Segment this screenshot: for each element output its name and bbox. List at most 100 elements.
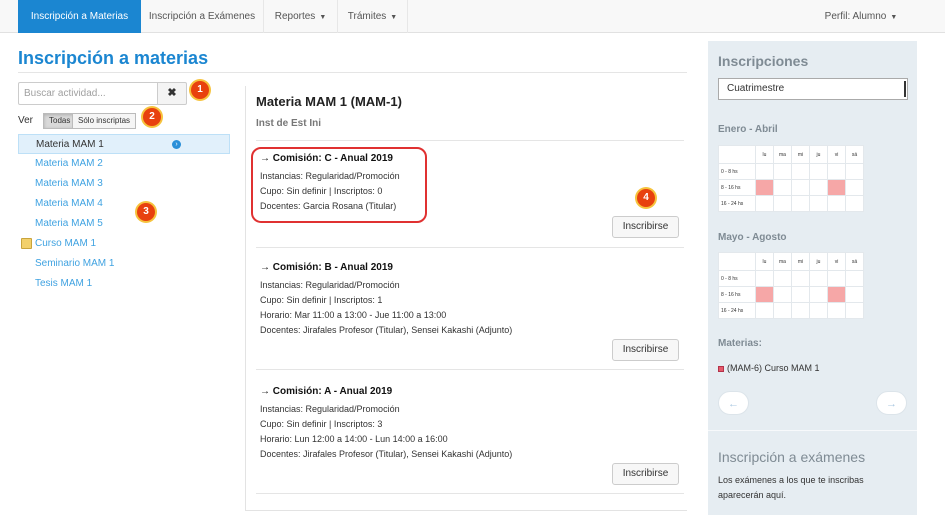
grid-cell xyxy=(809,286,828,303)
search-input[interactable] xyxy=(18,82,158,105)
list-item-materia-mam-5[interactable]: Materia MAM 5 xyxy=(18,214,230,234)
day-header: ma xyxy=(773,252,792,271)
comision-b-instancias: Instancias: Regularidad/Promoción xyxy=(260,280,400,290)
busy-cell xyxy=(755,286,774,303)
busy-cell xyxy=(755,179,774,196)
tab-label: Trámites xyxy=(347,11,387,22)
grid-cell xyxy=(791,302,810,319)
list-item-seminario-mam-1[interactable]: Seminario MAM 1 xyxy=(18,254,230,274)
comision-c-instancias: Instancias: Regularidad/Promoción xyxy=(260,171,400,181)
materias-label: Materias: xyxy=(718,338,762,349)
day-header: ma xyxy=(773,145,792,164)
tab-label: Inscripción a Exámenes xyxy=(148,11,256,22)
comision-c-docentes: Docentes: Garcia Rosana (Titular) xyxy=(260,201,397,211)
day-header: ju xyxy=(809,252,828,271)
arrow-left-icon: ← xyxy=(728,398,739,410)
legend-swatch xyxy=(718,365,724,372)
tab-inscripcion-examenes[interactable]: Inscripción a Exámenes xyxy=(141,0,264,33)
list-item-materia-mam-4[interactable]: Materia MAM 4 xyxy=(18,194,230,214)
next-button[interactable]: → xyxy=(876,391,907,415)
prev-button[interactable]: ← xyxy=(718,391,749,415)
arrow-right-icon: → xyxy=(886,398,897,410)
grid-cell xyxy=(755,195,774,212)
list-item-materia-mam-3[interactable]: Materia MAM 3 xyxy=(18,174,230,194)
comision-b-docentes: Docentes: Jirafales Profesor (Titular), … xyxy=(260,325,513,335)
period-select[interactable]: Cuatrimestre xyxy=(718,78,908,100)
slot-label: 8 - 16 hs xyxy=(718,286,756,303)
step-badge-2: 2 xyxy=(143,108,161,126)
period-select-value: Cuatrimestre xyxy=(727,83,785,94)
caret-down-icon: ▼ xyxy=(890,14,898,21)
day-header: mi xyxy=(791,252,810,271)
list-item-materia-mam-2[interactable]: Materia MAM 2 xyxy=(18,154,230,174)
list-item-label: Materia MAM 3 xyxy=(35,178,103,189)
tab-label: Inscripción a Materias xyxy=(30,11,129,22)
inscribirse-button-comision-b[interactable]: Inscribirse xyxy=(612,339,679,361)
profile-menu[interactable]: Perfil: Alumno ▼ xyxy=(806,0,916,33)
grid-cell xyxy=(827,270,846,287)
grid-cell xyxy=(827,302,846,319)
grid-corner xyxy=(718,145,756,164)
grid-cell xyxy=(809,179,828,196)
list-item-label: Curso MAM 1 xyxy=(35,238,97,249)
day-header: vi xyxy=(827,145,846,164)
filter-label: Ver xyxy=(18,115,34,126)
grid-cell xyxy=(755,302,774,319)
grid-cell xyxy=(791,163,810,180)
busy-cell xyxy=(827,179,846,196)
title-divider xyxy=(18,72,687,73)
legend-item: (MAM-6) Curso MAM 1 xyxy=(718,363,820,373)
pencil-icon xyxy=(21,238,32,249)
day-header: lu xyxy=(755,145,774,164)
comision-divider xyxy=(256,493,684,494)
inscribirse-button-comision-c[interactable]: Inscribirse xyxy=(612,216,679,238)
inscribirse-button-comision-a[interactable]: Inscribirse xyxy=(612,463,679,485)
grid-cell xyxy=(755,270,774,287)
comision-divider xyxy=(256,247,684,248)
comision-a-horario: Horario: Lun 12:00 a 14:00 - Lun 14:00 a… xyxy=(260,434,448,444)
exams-text: Los exámenes a los que te inscribas apar… xyxy=(718,475,864,500)
comision-divider xyxy=(256,369,684,370)
day-header: lu xyxy=(755,252,774,271)
grid-cell xyxy=(827,163,846,180)
legend-label: (MAM-6) Curso MAM 1 xyxy=(727,363,820,373)
tab-tramites[interactable]: Trámites ▼ xyxy=(338,0,408,33)
close-icon: ✖ xyxy=(167,87,177,99)
grid-cell xyxy=(791,179,810,196)
list-item-label: Materia MAM 5 xyxy=(35,218,103,229)
comision-c-title: → Comisión: C - Anual 2019 xyxy=(260,153,393,164)
clear-search-button[interactable]: ✖ xyxy=(157,82,187,105)
step-badge-4: 4 xyxy=(637,189,655,207)
step-badge-1: 1 xyxy=(191,81,209,99)
tab-inscripcion-materias[interactable]: Inscripción a Materias xyxy=(18,0,141,33)
caret-down-icon: ▼ xyxy=(319,14,327,21)
filter-solo-inscriptas-button[interactable]: Sólo inscriptas xyxy=(72,113,137,129)
grid-cell xyxy=(755,163,774,180)
comision-a-instancias: Instancias: Regularidad/Promoción xyxy=(260,404,400,414)
grid-cell xyxy=(791,286,810,303)
list-item-label: Seminario MAM 1 xyxy=(35,258,115,269)
comision-b-cupo: Cupo: Sin definir | Inscriptos: 1 xyxy=(260,295,383,305)
grid-cell xyxy=(845,286,864,303)
slot-label: 8 - 16 hs xyxy=(718,179,756,196)
grid-cell xyxy=(845,195,864,212)
comision-a-title: → Comisión: A - Anual 2019 xyxy=(260,386,393,397)
list-item-curso-mam-1[interactable]: Curso MAM 1 xyxy=(18,234,230,254)
grid-cell xyxy=(809,163,828,180)
slot-label: 0 - 8 hs xyxy=(718,270,756,287)
grid-cell xyxy=(773,179,792,196)
grid-cell xyxy=(809,302,828,319)
grid-cell xyxy=(809,195,828,212)
grid-cell xyxy=(809,270,828,287)
list-item-tesis-mam-1[interactable]: Tesis MAM 1 xyxy=(18,274,230,294)
tab-reportes[interactable]: Reportes ▼ xyxy=(264,0,338,33)
materia-divider xyxy=(256,140,684,141)
comision-c-cupo: Cupo: Sin definir | Inscriptos: 0 xyxy=(260,186,383,196)
grid-cell xyxy=(773,286,792,303)
grid-cell xyxy=(791,195,810,212)
grid-cell xyxy=(773,163,792,180)
grid-cell xyxy=(845,302,864,319)
list-item-materia-mam-1[interactable]: Materia MAM 1 › xyxy=(18,134,230,154)
schedule-grid-enero-abril: lu ma mi ju vi sá 0 - 8 hs 8 - 16 hs 16 … xyxy=(718,145,864,212)
grid-cell xyxy=(773,270,792,287)
